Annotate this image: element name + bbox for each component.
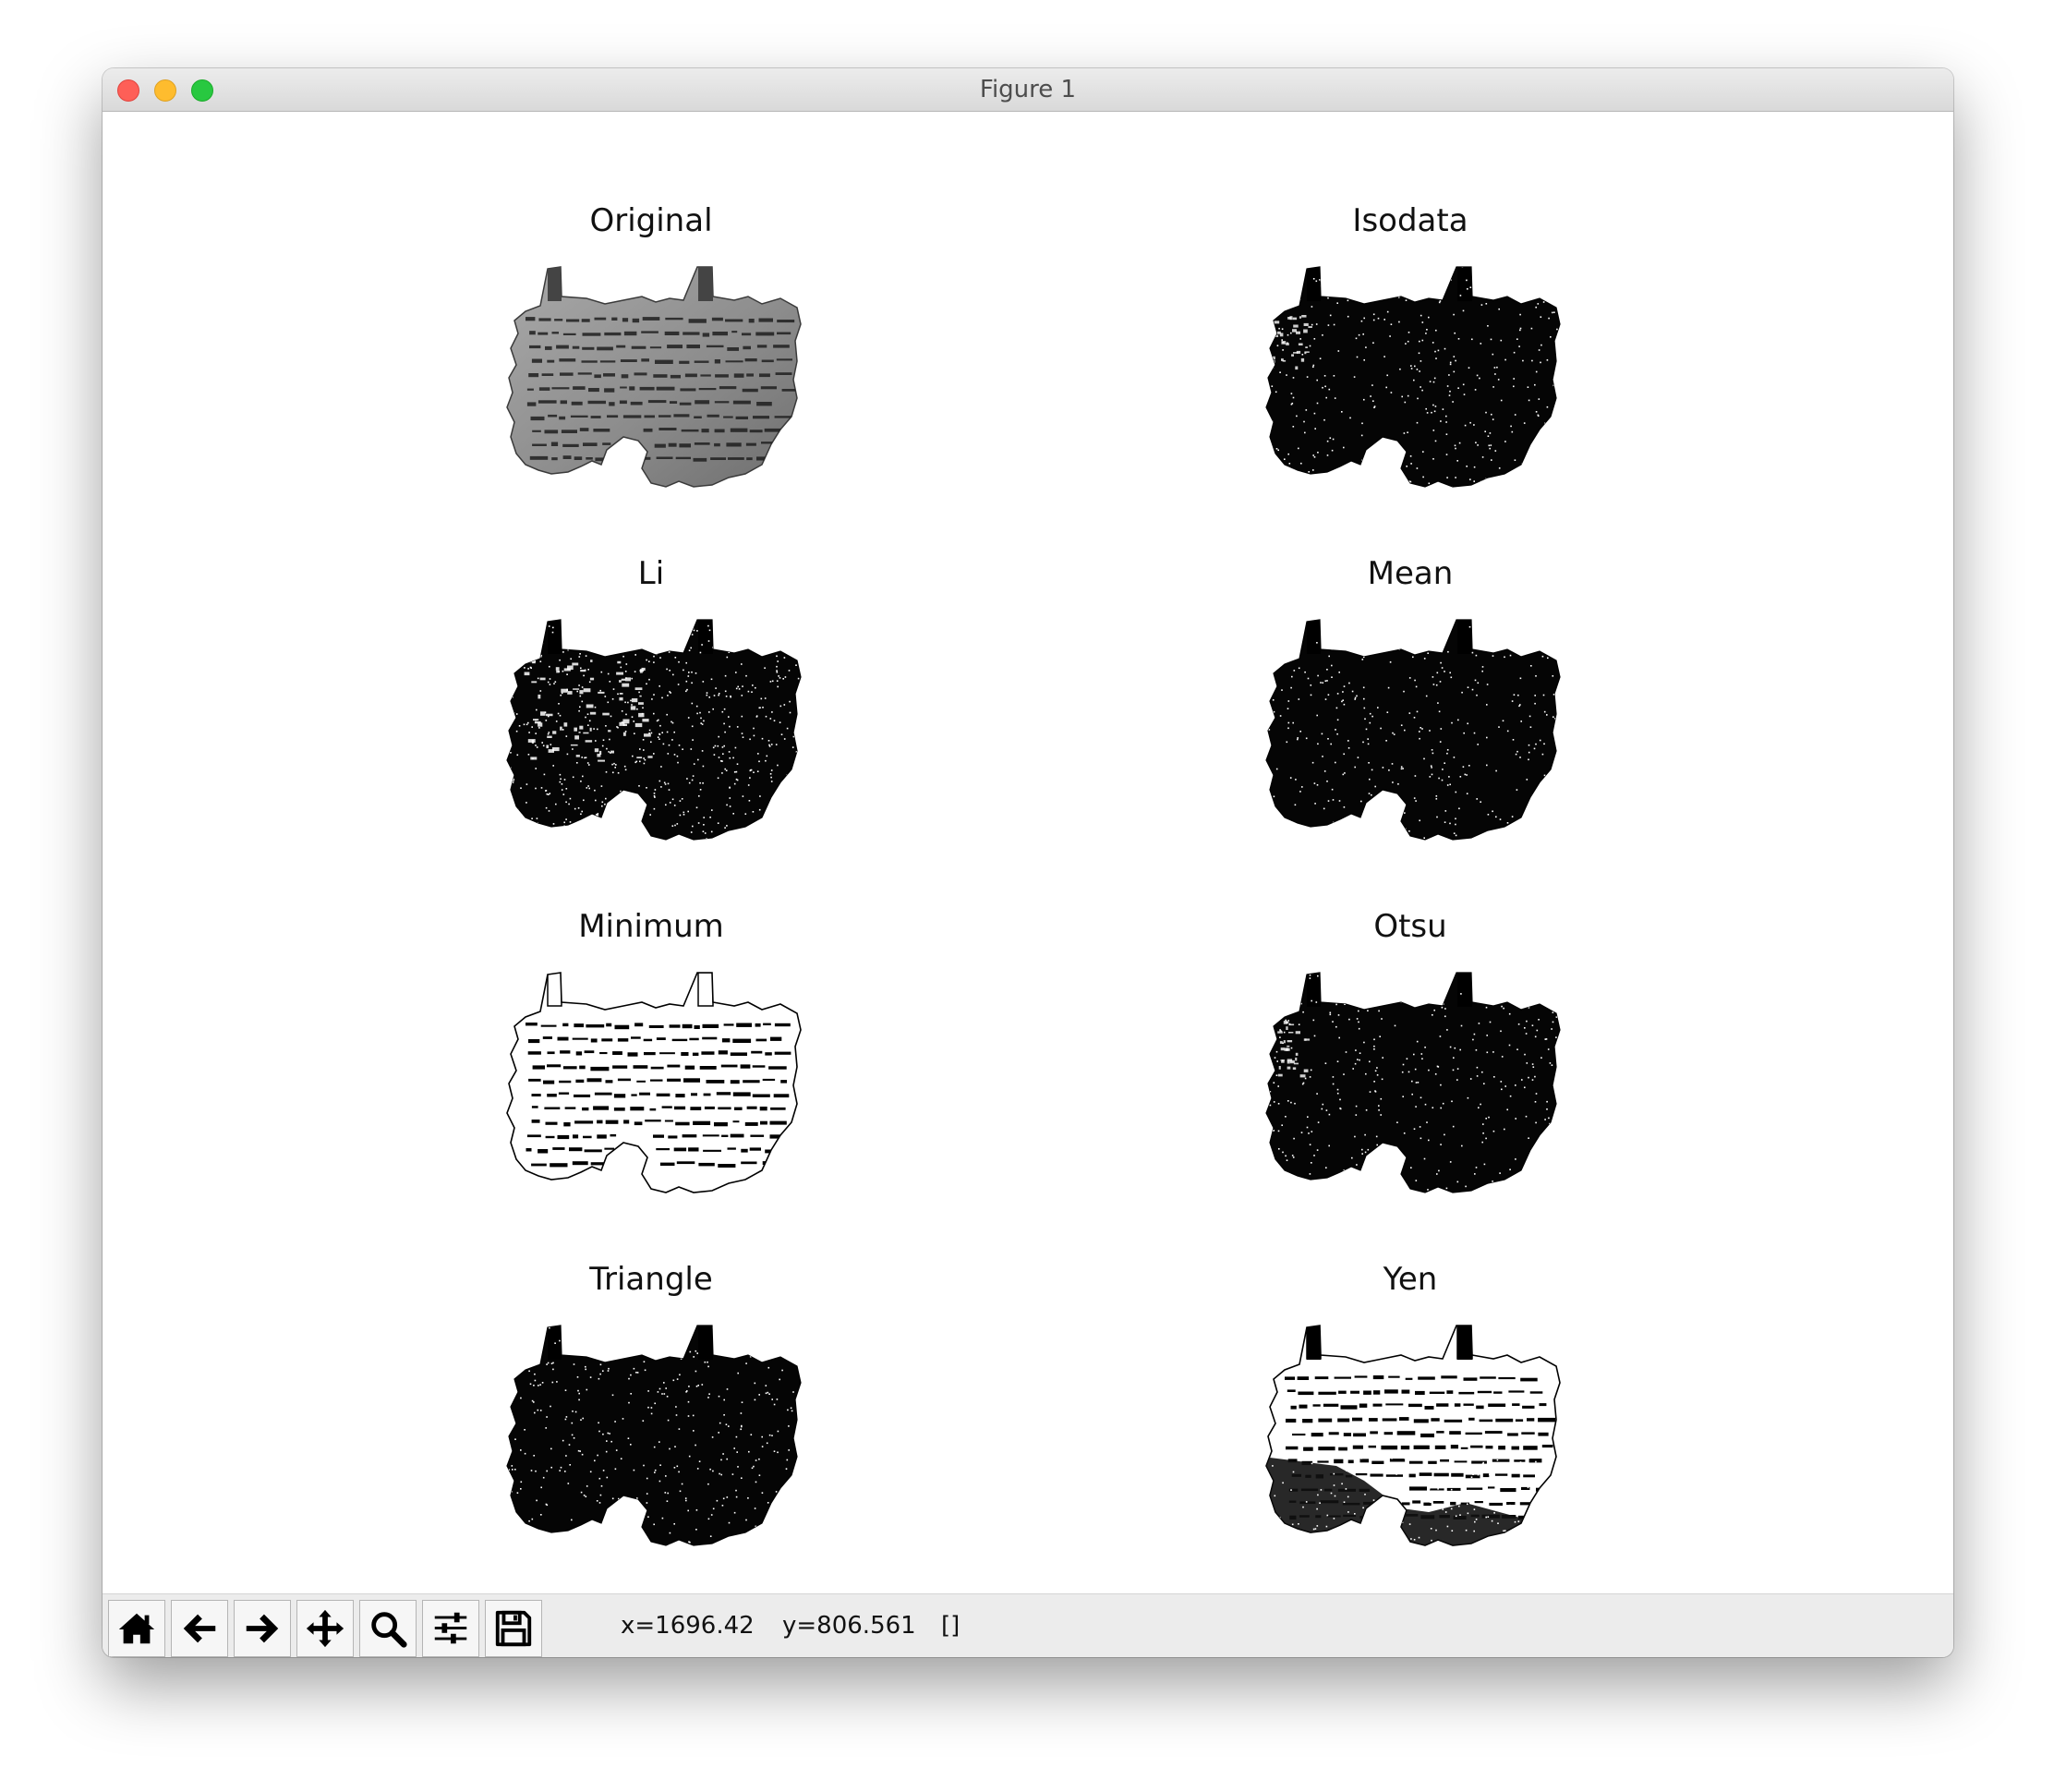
panel-isodata: Isodata <box>1244 202 1577 507</box>
panel-triangle: Triangle <box>485 1261 817 1566</box>
scroll-image <box>506 266 802 488</box>
home-button[interactable] <box>108 1600 165 1657</box>
panel-otsu: Otsu <box>1244 908 1577 1213</box>
pixel-value-readout: [] <box>941 1612 961 1640</box>
scroll-image <box>506 972 802 1193</box>
scroll-image <box>1265 266 1561 488</box>
figure-window: Figure 1 Original Isodata Li Mean Minimu… <box>103 68 1953 1657</box>
zoom-button[interactable] <box>359 1600 417 1657</box>
panel-title: Otsu <box>1373 908 1447 945</box>
subplots-icon <box>434 1612 467 1644</box>
scroll-image <box>1265 972 1561 1193</box>
zoom-icon <box>371 1612 407 1648</box>
panel-li: Li <box>485 555 817 860</box>
scroll-image <box>1265 619 1561 841</box>
panel-title: Li <box>637 555 665 592</box>
scroll-image <box>1265 1325 1561 1546</box>
cursor-x-readout: x=1696.42 <box>621 1612 755 1640</box>
save-button[interactable] <box>485 1600 542 1657</box>
forward-arrow-icon <box>246 1614 279 1643</box>
subplots-button[interactable] <box>422 1600 479 1657</box>
panel-original: Original <box>485 202 817 507</box>
pan-button[interactable] <box>296 1600 354 1657</box>
panel-title: Yen <box>1383 1261 1438 1298</box>
figure-canvas[interactable]: Original Isodata Li Mean Minimum Otsu Tr… <box>103 112 1953 1593</box>
scroll-image <box>506 1325 802 1546</box>
forward-button[interactable] <box>234 1600 291 1657</box>
scroll-image <box>506 619 802 841</box>
back-button[interactable] <box>171 1600 228 1657</box>
navigation-toolbar: x=1696.42 y=806.561 [] <box>103 1593 1953 1657</box>
save-icon <box>495 1610 532 1647</box>
panel-title: Mean <box>1367 555 1454 592</box>
back-arrow-icon <box>183 1614 216 1643</box>
pan-icon <box>306 1609 344 1648</box>
panel-mean: Mean <box>1244 555 1577 860</box>
cursor-y-readout: y=806.561 <box>782 1612 916 1640</box>
window-title: Figure 1 <box>979 76 1077 103</box>
panel-title: Triangle <box>589 1261 713 1298</box>
panel-title: Minimum <box>578 908 724 945</box>
panel-minimum: Minimum <box>485 908 817 1213</box>
panel-title: Original <box>589 202 713 239</box>
title-bar[interactable]: Figure 1 <box>103 68 1953 112</box>
home-icon <box>118 1613 155 1644</box>
panel-yen: Yen <box>1244 1261 1577 1566</box>
panel-title: Isodata <box>1352 202 1468 239</box>
